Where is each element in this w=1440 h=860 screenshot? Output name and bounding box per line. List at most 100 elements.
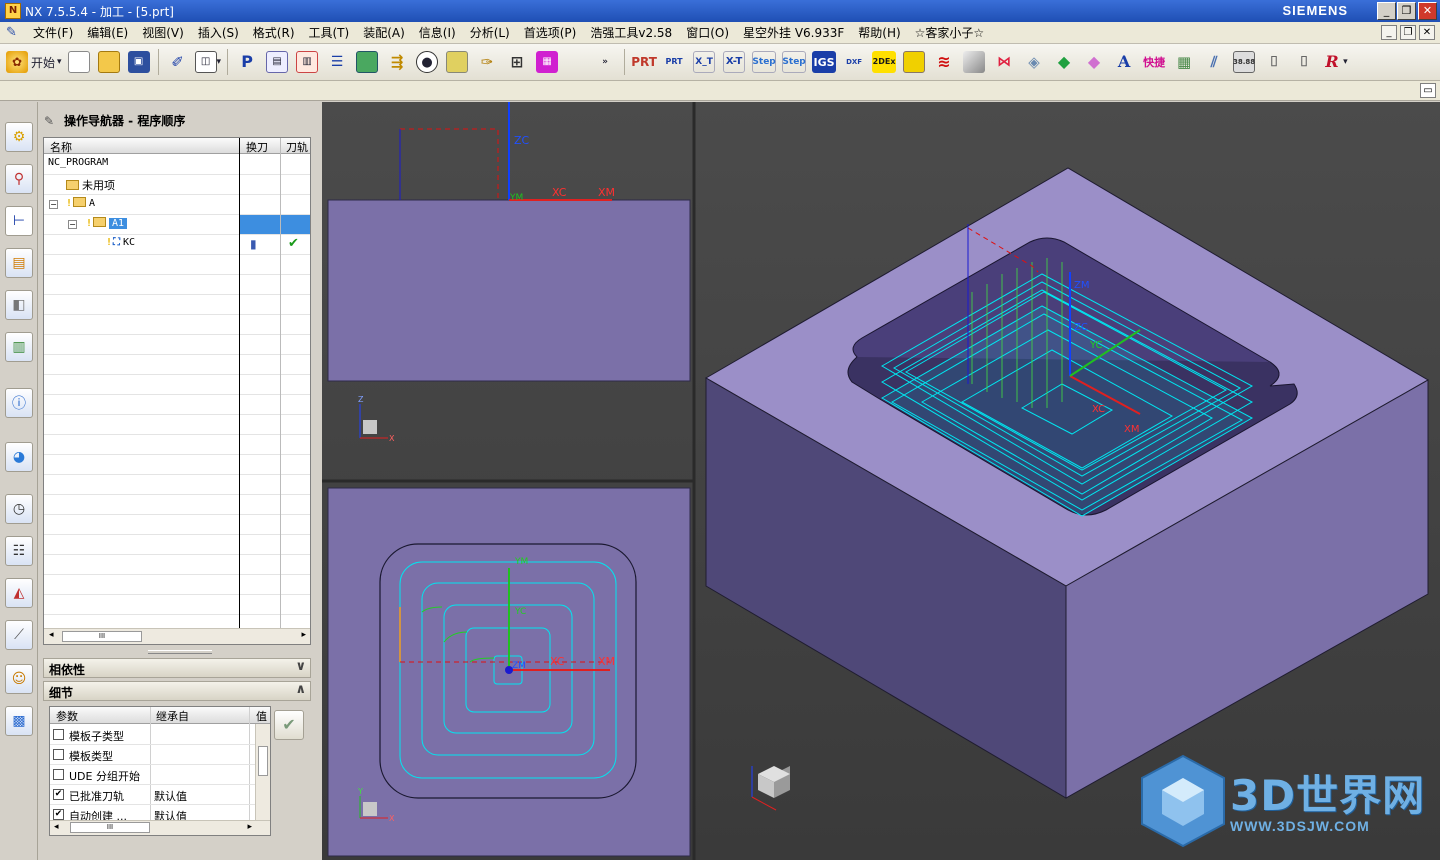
magenta-grid-button[interactable]: ▦ [534,48,560,76]
red-mesh-button[interactable]: ⋈ [991,48,1017,76]
column-name[interactable]: 名称 [50,139,72,155]
menu-tools[interactable]: 工具(T) [302,24,357,41]
column-tool-path[interactable]: 刀轨 [286,139,308,155]
top-viewport[interactable]: YM YC XC XM ZM Y X [327,487,691,857]
expand-chevron-icon[interactable]: ∨ [295,659,306,674]
collapse-toggle[interactable]: − [49,200,58,209]
xt-convert-button[interactable]: X-T [721,48,747,76]
menu-app-icon[interactable]: ✎ [6,25,24,41]
scroll-left-arrow[interactable]: ◂ [54,822,59,832]
tool-2-button[interactable]: ⌷ [1291,48,1317,76]
xt-export-button[interactable]: X_T [691,48,717,76]
save-button[interactable]: ▣ [126,48,152,76]
menu-assembly[interactable]: 装配(A) [356,24,412,41]
menu-preferences[interactable]: 首选项(P) [517,24,584,41]
dxf-export-button[interactable]: DXF [841,48,867,76]
tools-button[interactable]: ✑ [474,48,500,76]
menu-edit[interactable]: 编辑(E) [80,24,135,41]
tree-row-unused[interactable]: 未用项 [44,175,310,195]
quick-label-button[interactable]: 快捷 [1141,48,1167,76]
info-tab[interactable]: ⓘ [5,388,33,418]
close-button[interactable]: ✕ [1418,2,1437,20]
navigator-hscrollbar[interactable]: ◂ III ▸ [44,628,310,644]
panel-splitter[interactable] [148,650,212,654]
create-operation-button[interactable]: ▤ [264,48,290,76]
details-ok-button[interactable]: ✔ [274,710,304,740]
menu-info[interactable]: 信息(I) [412,24,463,41]
scroll-right-arrow[interactable]: ▸ [301,630,306,640]
layer-button[interactable]: ◈ [1021,48,1047,76]
mdi-minimize-button[interactable]: _ [1381,25,1397,40]
column-value[interactable]: 值 [256,708,267,724]
menu-view[interactable]: 视图(V) [135,24,191,41]
templates-tab[interactable]: ☷ [5,536,33,566]
shop-doc-button[interactable]: ⊞ [504,48,530,76]
layout-button[interactable]: ◫ ▾ [194,48,221,76]
restore-button[interactable]: ❐ [1397,2,1416,20]
column-tool-change[interactable]: 换刀 [246,139,268,155]
checkbox[interactable] [53,749,64,760]
graphics-window-restore-button[interactable]: ▭ [1420,83,1436,98]
system-scenes-tab[interactable]: ▩ [5,706,33,736]
create-tool-button[interactable]: ▥ [294,48,320,76]
start-button[interactable]: ✿ 开始 ▾ [6,48,62,76]
yellow-box-button[interactable] [901,48,927,76]
sheet-button[interactable]: ▦ [1171,48,1197,76]
panda-button[interactable]: ● [414,48,440,76]
pink-cube-button[interactable]: ◆ [1081,48,1107,76]
scroll-right-arrow[interactable]: ▸ [247,822,252,832]
details-vscrollbar[interactable] [255,724,270,821]
surface-button[interactable] [961,48,987,76]
edit-object-button[interactable]: ✐ [165,48,191,76]
detail-row[interactable]: 模板类型 [50,745,256,765]
counter-button[interactable]: 38.88 [1231,48,1257,76]
2dex-button[interactable]: 2DEx [871,48,897,76]
detail-row[interactable]: UDE 分组开始 [50,765,256,785]
menu-insert[interactable]: 插入(S) [191,24,246,41]
scroll-thumb[interactable] [258,746,268,776]
operation-navigator-tab[interactable]: ⊢ [5,206,33,236]
scroll-left-arrow[interactable]: ◂ [49,630,54,640]
process-studio-tab[interactable]: ◕ [5,442,33,472]
prt-arrow-button[interactable]: PRT [661,48,687,76]
column-param[interactable]: 参数 [56,708,78,724]
constraint-navigator-tab[interactable]: ⚲ [5,164,33,194]
graphics-window[interactable]: ZC XC XM YM Z X YM YC XC XM ZM Y X ZM ZC… [322,102,1440,860]
collapse-toggle[interactable]: − [68,220,77,229]
web-browser-tab[interactable]: ◧ [5,290,33,320]
scroll-thumb[interactable]: III [70,822,150,833]
igs-export-button[interactable]: IGS [811,48,837,76]
prt-export-button[interactable]: PRT [631,48,657,76]
clock-tab[interactable]: ◷ [5,494,33,524]
step-convert-button[interactable]: Step [781,48,807,76]
checkbox-checked[interactable]: ✔ [53,809,64,820]
menu-help[interactable]: 帮助(H) [851,24,907,41]
scroll-thumb[interactable]: III [62,631,142,642]
create-method-button[interactable] [354,48,380,76]
assembly-navigator-tab[interactable]: ⚙ [5,122,33,152]
detail-row[interactable]: ✔ 已批准刀轨 默认值 [50,785,256,805]
post-button[interactable] [444,48,470,76]
column-inherit[interactable]: 继承自 [156,708,189,724]
checkbox-checked[interactable]: ✔ [53,789,64,800]
menu-analysis[interactable]: 分析(L) [463,24,517,41]
open-file-button[interactable] [96,48,122,76]
tree-row-a[interactable]: − ! A [44,195,310,215]
mdi-restore-button[interactable]: ❐ [1400,25,1416,40]
pin-icon[interactable]: ✎ [44,114,58,128]
nc-program-button[interactable]: P [234,48,260,76]
details-panel-header[interactable]: 细节 ∧ [43,681,311,701]
minimize-button[interactable]: _ [1377,2,1396,20]
menu-window[interactable]: 窗口(O) [679,24,736,41]
menu-file[interactable]: 文件(F) [26,24,80,41]
new-file-button[interactable] [66,48,92,76]
mdi-close-button[interactable]: ✕ [1419,25,1435,40]
reuse-library-tab[interactable]: ▤ [5,248,33,278]
details-hscrollbar[interactable]: ◂ III ▸ [50,820,270,835]
red-spring-button[interactable]: ≋ [931,48,957,76]
rulers-tab[interactable]: ⟋ [5,620,33,650]
palette-tab[interactable]: ◭ [5,578,33,608]
tree-row-kc[interactable]: !⛶ KC ▮ ✔ [44,235,310,255]
toolbar-overflow[interactable]: » [592,48,618,76]
graph-button[interactable]: ⫽ [1201,48,1227,76]
